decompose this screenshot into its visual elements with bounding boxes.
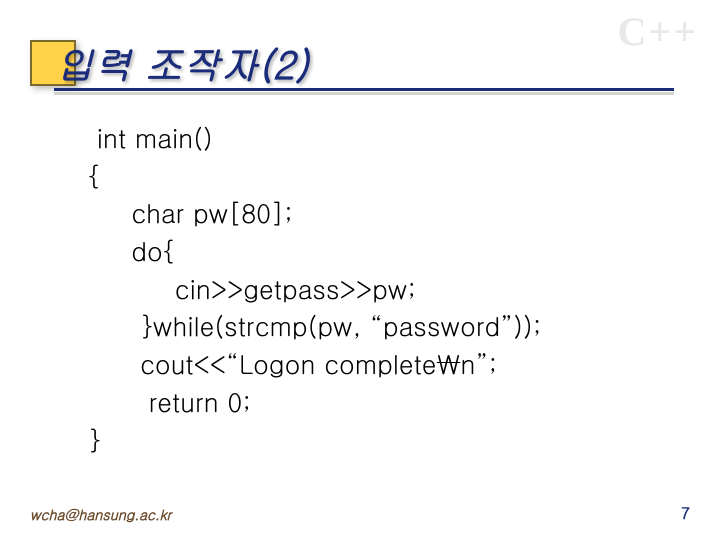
- code-block: int main() { char pw[80]; do{ cin>>getpa…: [88, 120, 541, 459]
- footer-page-number: 7: [681, 501, 690, 524]
- watermark-cpp: C++: [618, 8, 698, 55]
- code-line: }while(strcmp(pw, “password”));: [88, 308, 541, 344]
- code-line: }: [88, 422, 101, 458]
- slide-title: 입력 조작자(2): [56, 36, 309, 90]
- slide-title-block: 입력 조작자(2): [30, 36, 309, 90]
- code-line: int main(): [88, 120, 213, 156]
- code-line: do{: [88, 233, 176, 269]
- footer-email: wcha@hansung.ac.kr: [30, 504, 171, 524]
- code-line: cin>>getpass>>pw;: [88, 271, 416, 307]
- code-line: char pw[80];: [88, 195, 293, 231]
- code-line: {: [88, 158, 101, 194]
- code-line: return 0;: [88, 384, 251, 420]
- code-line: cout<<“Logon complete₩n”;: [88, 346, 497, 382]
